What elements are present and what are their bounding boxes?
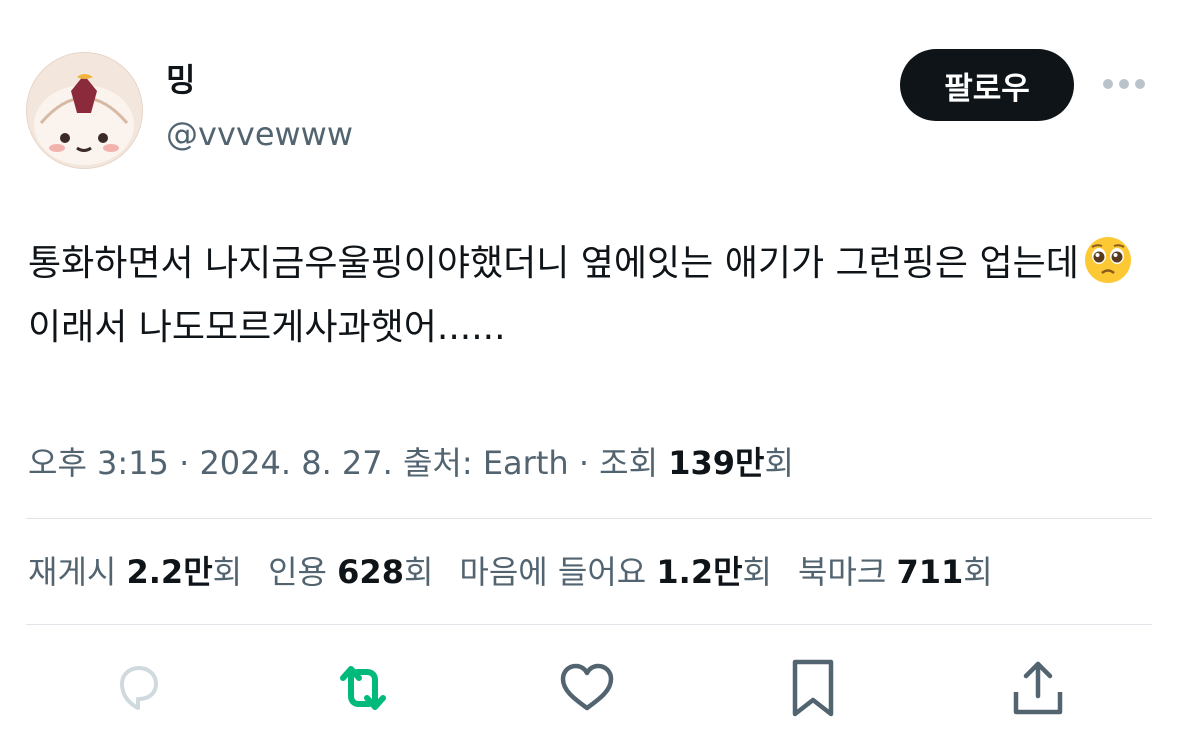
share-icon[interactable] <box>1006 656 1070 720</box>
stat-label: 인용 <box>268 553 338 591</box>
tweet-time[interactable]: 오후 3:15 <box>28 444 169 482</box>
views-label: 조회 <box>599 444 669 482</box>
divider <box>26 624 1152 625</box>
stat-label: 북마크 <box>797 553 897 591</box>
stat-unit: 회 <box>212 553 243 591</box>
source-label: 출처: <box>392 444 483 482</box>
meta-separator: · <box>568 444 600 482</box>
stat-label: 재게시 <box>28 553 127 591</box>
stat-value: 628 <box>337 553 404 591</box>
stat-likes[interactable]: 마음에 들어요 1.2만회 <box>459 548 772 596</box>
divider <box>26 518 1152 519</box>
tweet-date[interactable]: 2024. 8. 27. <box>199 444 392 482</box>
tweet-text-part2: 이래서 나도모르게사과햇어...... <box>28 307 506 348</box>
stat-value: 2.2만 <box>126 553 213 591</box>
pleading-face-emoji <box>1083 235 1133 285</box>
retweet-icon[interactable] <box>331 656 395 720</box>
bookmark-icon[interactable] <box>781 656 845 720</box>
action-bar <box>0 648 1179 728</box>
views-unit: 회 <box>764 444 794 482</box>
engagement-stats: 재게시 2.2만회 인용 628회 마음에 들어요 1.2만회 북마크 711회 <box>28 548 993 596</box>
tweet-text-part1: 통화하면서 나지금우울핑이야했더니 옆에잇는 애기가 그런핑은 업는데 <box>28 243 1079 284</box>
avatar[interactable] <box>26 52 143 169</box>
reply-icon[interactable] <box>106 656 170 720</box>
tweet-source[interactable]: Earth <box>483 444 569 482</box>
stat-bookmarks[interactable]: 북마크 711회 <box>798 548 993 596</box>
avatar-image <box>27 53 142 168</box>
tweet-text: 통화하면서 나지금우울핑이야했더니 옆에잇는 애기가 그런핑은 업는데 이래서 … <box>28 232 1152 360</box>
stat-label: 마음에 들어요 <box>459 553 657 591</box>
stat-value: 711 <box>896 553 964 591</box>
display-name[interactable]: 밍 <box>166 60 353 100</box>
stat-quotes[interactable]: 인용 628회 <box>268 548 433 596</box>
stat-unit: 회 <box>403 553 434 591</box>
meta-separator: · <box>168 444 200 482</box>
stat-value: 1.2만 <box>656 553 743 591</box>
author-names: 밍 @vvvewww <box>166 60 353 156</box>
tweet-meta: 오후 3:15 · 2024. 8. 27. 출처: Earth · 조회 13… <box>28 440 794 486</box>
stat-unit: 회 <box>742 553 772 591</box>
user-handle[interactable]: @vvvewww <box>166 112 353 156</box>
stat-unit: 회 <box>963 553 993 591</box>
heart-icon[interactable] <box>555 656 619 720</box>
views-count: 139만 <box>668 444 765 482</box>
tweet-header: 밍 @vvvewww 팔로우 <box>26 49 1156 169</box>
more-options-icon[interactable] <box>1102 72 1146 96</box>
follow-button[interactable]: 팔로우 <box>900 49 1074 121</box>
stat-reposts[interactable]: 재게시 2.2만회 <box>28 548 242 596</box>
